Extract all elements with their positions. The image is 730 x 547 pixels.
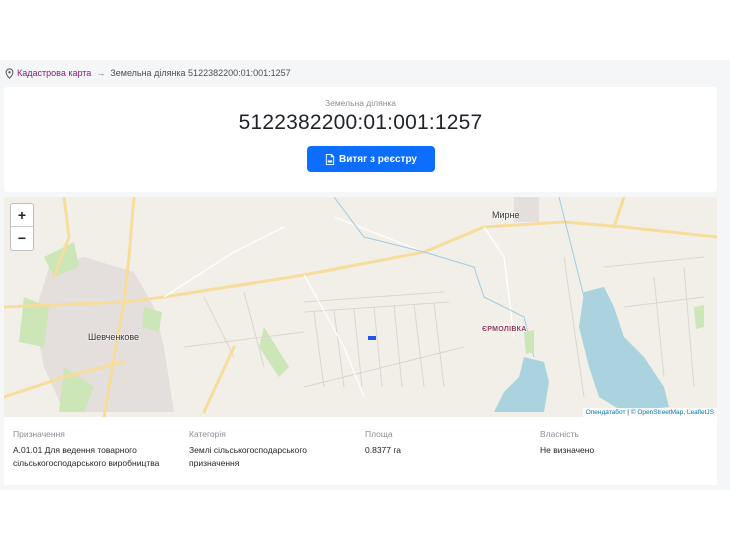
- detail-ownership: Власність Не визначено: [540, 429, 690, 457]
- place-label-village2: ЄРМОЛІВКА: [482, 326, 527, 333]
- place-label-village1: Мирне: [492, 210, 520, 220]
- zoom-in-button[interactable]: +: [11, 204, 33, 227]
- detail-purpose-value: А.01.01 Для ведення товарного сільського…: [13, 445, 160, 468]
- detail-area-title: Площа: [365, 429, 393, 439]
- breadcrumb-separator: →: [96, 68, 106, 78]
- place-label-town: Шевченкове: [88, 332, 140, 342]
- detail-ownership-value: Не визначено: [540, 445, 595, 455]
- extract-button-label: Витяг з реєстру: [339, 153, 417, 165]
- attribution-provider-link[interactable]: Опендатабот: [586, 409, 626, 416]
- map-view[interactable]: + − Шевченкове Мирне ЄРМОЛІВКА Опендатаб…: [4, 197, 717, 417]
- pdf-document-icon: [325, 153, 335, 165]
- breadcrumb-current: Земельна ділянка 5122382200:01:001:1257: [110, 68, 291, 78]
- attribution-osm-link[interactable]: © OpenStreetMap: [631, 409, 683, 416]
- map-pin-icon: [5, 67, 14, 79]
- map-attribution: Опендатабот | © OpenStreetMap, LeafletJS: [582, 408, 717, 417]
- detail-category: Категорія Землі сільськогосподарського п…: [189, 429, 339, 470]
- parcel-header-card: Земельна ділянка 5122382200:01:001:1257 …: [4, 87, 717, 192]
- zoom-control: + −: [10, 203, 34, 251]
- detail-purpose-title: Призначення: [13, 429, 65, 439]
- map-tiles: [4, 197, 717, 417]
- detail-ownership-title: Власність: [540, 429, 579, 439]
- cadastral-number: 5122382200:01:001:1257: [238, 111, 483, 134]
- breadcrumb: Кадастрова карта → Земельна ділянка 5122…: [5, 66, 291, 80]
- parcel-details: Призначення А.01.01 Для ведення товарног…: [4, 417, 717, 485]
- detail-category-value: Землі сільськогосподарського призначення: [189, 445, 307, 468]
- detail-purpose: Призначення А.01.01 Для ведення товарног…: [13, 429, 183, 470]
- detail-area: Площа 0.8377 га: [365, 429, 515, 457]
- extract-button[interactable]: Витяг з реєстру: [307, 146, 435, 172]
- breadcrumb-link-cadastral-map[interactable]: Кадастрова карта: [17, 68, 91, 78]
- attribution-leaflet-link[interactable]: LeafletJS: [687, 409, 714, 416]
- detail-category-title: Категорія: [189, 429, 226, 439]
- attribution-separator: |: [627, 409, 629, 416]
- detail-area-value: 0.8377 га: [365, 445, 402, 455]
- parcel-marker[interactable]: [368, 336, 376, 340]
- zoom-out-button[interactable]: −: [11, 227, 33, 249]
- attribution-comma: ,: [683, 409, 686, 416]
- parcel-label: Земельна ділянка: [324, 98, 397, 108]
